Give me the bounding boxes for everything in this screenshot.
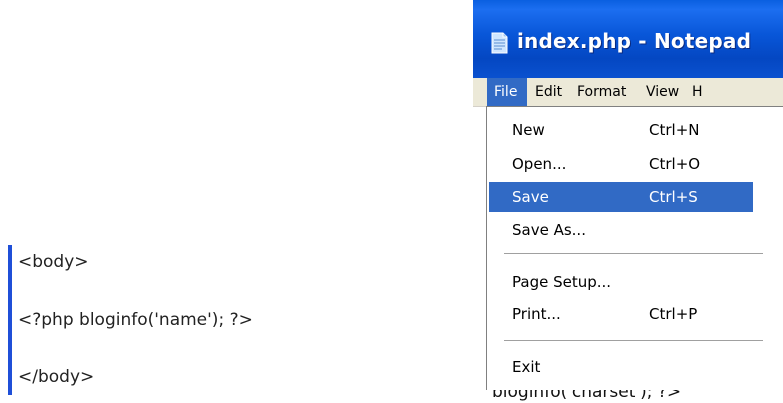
menu-item-label: Open... bbox=[512, 155, 567, 173]
menu-separator bbox=[504, 253, 763, 254]
menu-item-save-as[interactable]: Save As... bbox=[487, 215, 783, 245]
menu-view[interactable]: View bbox=[646, 78, 679, 106]
menu-item-print[interactable]: Print... Ctrl+P bbox=[487, 299, 783, 329]
menu-item-exit[interactable]: Exit bbox=[487, 352, 783, 382]
code-line: </body> bbox=[18, 367, 95, 387]
menu-item-shortcut: Ctrl+N bbox=[649, 121, 700, 139]
menu-file-label: File bbox=[494, 84, 518, 100]
menu-item-shortcut: Ctrl+S bbox=[649, 188, 698, 206]
menu-item-new[interactable]: New Ctrl+N bbox=[487, 115, 783, 145]
window-title: index.php - Notepad bbox=[517, 29, 752, 53]
notepad-icon bbox=[491, 32, 508, 54]
menu-item-label: Exit bbox=[512, 358, 541, 376]
menu-item-shortcut: Ctrl+O bbox=[649, 155, 701, 173]
title-bar[interactable]: index.php - Notepad bbox=[473, 0, 783, 78]
menu-edit[interactable]: Edit bbox=[535, 78, 562, 106]
menu-format[interactable]: Format bbox=[577, 78, 626, 106]
menu-item-open[interactable]: Open... Ctrl+O bbox=[487, 149, 783, 179]
menu-item-label: New bbox=[512, 121, 545, 139]
menu-item-shortcut: Ctrl+P bbox=[649, 305, 698, 323]
code-line: <?php bloginfo('name'); ?> bbox=[18, 310, 253, 330]
menu-help[interactable]: H bbox=[692, 78, 703, 106]
code-snippet: <body> <?php bloginfo('name'); ?> </body… bbox=[0, 0, 460, 403]
menu-item-label: Save As... bbox=[512, 221, 586, 239]
menu-item-save[interactable]: Save Ctrl+S bbox=[489, 182, 753, 212]
menu-file[interactable]: File bbox=[487, 78, 527, 106]
menu-item-label: Save bbox=[512, 188, 549, 206]
code-line: <body> bbox=[18, 252, 89, 272]
file-menu-dropdown: New Ctrl+N Open... Ctrl+O Save Ctrl+S Sa… bbox=[486, 106, 783, 390]
menu-bar: File Edit Format View H bbox=[473, 78, 783, 107]
menu-item-label: Page Setup... bbox=[512, 273, 612, 291]
menu-item-label: Print... bbox=[512, 305, 561, 323]
menu-separator bbox=[504, 340, 763, 341]
menu-item-page-setup[interactable]: Page Setup... bbox=[487, 267, 783, 297]
code-accent-bar bbox=[8, 245, 12, 395]
